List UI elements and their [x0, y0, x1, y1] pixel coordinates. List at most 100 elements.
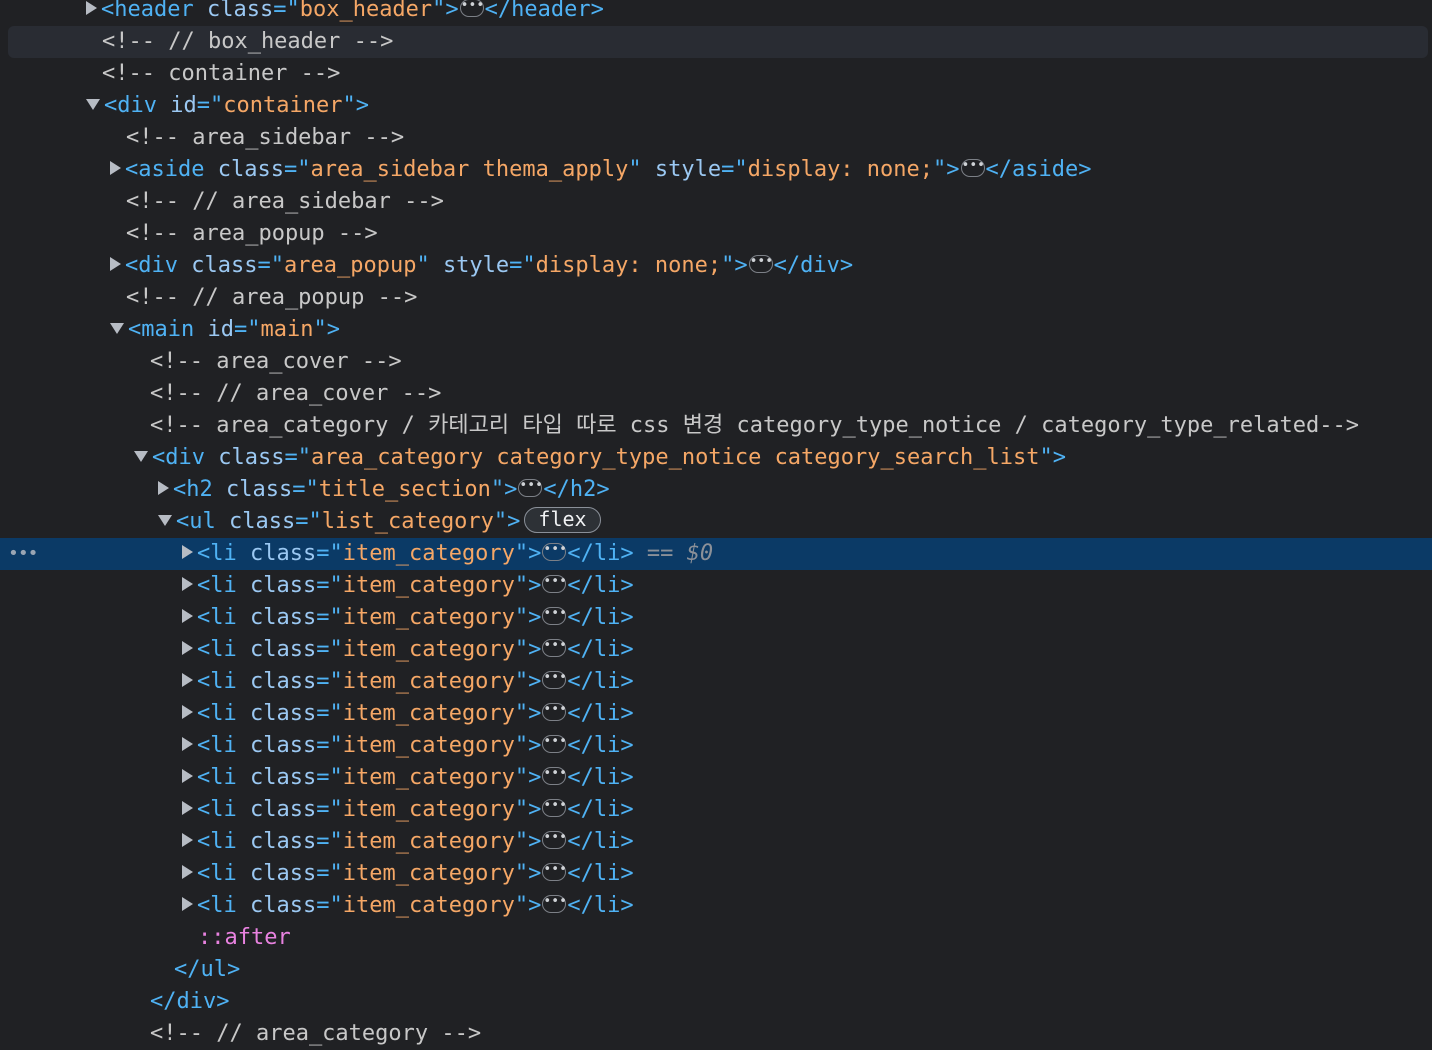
dom-node-row[interactable]: <h2 class="title_section"> •••</h2>	[0, 474, 1432, 506]
expand-ellipsis-icon[interactable]: •••	[542, 671, 567, 689]
dom-node-row[interactable]: <li class="item_category"> •••</li>	[0, 890, 1432, 922]
dom-node-row[interactable]: </div>	[0, 986, 1432, 1018]
code-attr: class	[191, 253, 258, 278]
collapse-triangle-icon[interactable]	[182, 609, 193, 623]
expand-ellipsis-icon[interactable]: •••	[748, 255, 773, 273]
dom-node-row[interactable]: <li class="item_category"> •••</li>	[0, 826, 1432, 858]
code-tag: h2	[186, 477, 213, 502]
dom-node-row[interactable]: </ul>	[0, 954, 1432, 986]
dom-node-row[interactable]: <aside class="area_sidebar thema_apply" …	[0, 154, 1432, 186]
dom-node-row[interactable]: <!-- area_sidebar -->	[0, 122, 1432, 154]
code-punct: <	[176, 509, 190, 534]
expand-ellipsis-icon[interactable]: •••	[542, 543, 567, 561]
code-punct: </	[567, 637, 594, 662]
expand-ellipsis-icon[interactable]: •••	[542, 863, 567, 881]
expand-ellipsis-icon[interactable]: •••	[542, 895, 567, 913]
dom-node-row[interactable]: <ul class="list_category"> flex	[0, 506, 1432, 538]
code-comment: <!-- area_popup -->	[126, 221, 378, 246]
dom-node-row[interactable]: <li class="item_category"> •••</li>	[0, 698, 1432, 730]
code-val: item_category	[342, 701, 515, 726]
code-comment: <!-- // area_popup -->	[126, 285, 418, 310]
collapse-triangle-icon[interactable]	[182, 865, 193, 879]
code-tag: header	[114, 0, 194, 22]
code-val: item_category	[342, 797, 515, 822]
dom-node-row[interactable]: <!-- // area_sidebar -->	[0, 186, 1432, 218]
expand-ellipsis-icon[interactable]: •••	[542, 703, 567, 721]
code-punct: <	[152, 445, 166, 470]
dom-node-row[interactable]: <header class="box_header"> •••</header>	[0, 0, 1432, 26]
code-punct: >	[620, 797, 634, 822]
expand-ellipsis-icon[interactable]: •••	[542, 831, 567, 849]
code-punct: ">	[313, 317, 340, 342]
expand-triangle-icon[interactable]	[110, 322, 124, 334]
dom-node-row[interactable]: <!-- // area_category -->	[0, 1018, 1432, 1050]
expand-ellipsis-icon[interactable]: •••	[542, 799, 567, 817]
dom-node-row[interactable]: <li class="item_category"> •••</li>	[0, 858, 1432, 890]
expand-ellipsis-icon[interactable]: •••	[518, 479, 543, 497]
collapse-triangle-icon[interactable]	[110, 161, 121, 175]
dom-node-row[interactable]: <li class="item_category"> •••</li>	[0, 602, 1432, 634]
code-punct: ">	[514, 573, 542, 598]
collapse-triangle-icon[interactable]	[182, 769, 193, 783]
dom-node-row[interactable]: <div class="area_popup" style="display: …	[0, 250, 1432, 282]
collapse-triangle-icon[interactable]	[86, 1, 97, 15]
expand-triangle-icon[interactable]	[158, 514, 172, 526]
dom-node-row[interactable]: <li class="item_category"> •••</li>	[0, 666, 1432, 698]
expand-ellipsis-icon[interactable]: •••	[960, 159, 985, 177]
dom-node-row[interactable]: <!-- // area_popup -->	[0, 282, 1432, 314]
dom-node-row[interactable]: <li class="item_category"> •••</li>	[0, 730, 1432, 762]
code-val: box_header	[299, 0, 433, 22]
collapse-triangle-icon[interactable]	[182, 897, 193, 911]
collapse-triangle-icon[interactable]	[182, 577, 193, 591]
collapse-triangle-icon[interactable]	[182, 737, 193, 751]
flex-badge[interactable]: flex	[524, 507, 601, 533]
dom-node-row[interactable]: <li class="item_category"> •••</li>	[0, 634, 1432, 666]
dom-node-row[interactable]: <!-- container -->	[0, 58, 1432, 90]
collapse-triangle-icon[interactable]	[158, 481, 169, 495]
code-attr: class	[250, 573, 317, 598]
dom-node-row[interactable]: <!-- area_popup -->	[0, 218, 1432, 250]
dom-node-row[interactable]: <li class="item_category"> •••</li>	[0, 794, 1432, 826]
more-options-icon[interactable]: •••	[8, 538, 38, 570]
dom-node-row[interactable]: <!-- // area_cover -->	[0, 378, 1432, 410]
code-attr: id	[170, 93, 197, 118]
collapse-triangle-icon[interactable]	[182, 641, 193, 655]
dom-node-row[interactable]: <main id="main">	[0, 314, 1432, 346]
expand-ellipsis-icon[interactable]: •••	[459, 0, 484, 17]
expand-ellipsis-icon[interactable]: •••	[542, 735, 567, 753]
code-punct: <	[125, 157, 139, 182]
collapse-triangle-icon[interactable]	[182, 801, 193, 815]
dom-node-row[interactable]: <div class="area_category category_type_…	[0, 442, 1432, 474]
dom-node-row[interactable]: <li class="item_category"> •••</li>	[0, 570, 1432, 602]
dom-node-row[interactable]: ::after	[0, 922, 1432, 954]
code-punct: </	[543, 477, 570, 502]
dom-node-row[interactable]: <!-- area_category / 카테고리 타입 따로 css 변경 c…	[0, 410, 1432, 442]
dom-node-row[interactable]: <div id="container">	[0, 90, 1432, 122]
expand-ellipsis-icon[interactable]: •••	[542, 767, 567, 785]
collapse-triangle-icon[interactable]	[182, 545, 193, 559]
code-attr: class	[250, 701, 317, 726]
dom-node-row[interactable]: <!-- area_cover -->	[0, 346, 1432, 378]
dom-node-row-selected[interactable]: ••• <li class="item_category"> •••</li> ==…	[0, 538, 1432, 570]
collapse-triangle-icon[interactable]	[182, 673, 193, 687]
expand-ellipsis-icon[interactable]: •••	[542, 607, 567, 625]
code-punct: ">	[514, 733, 542, 758]
collapse-triangle-icon[interactable]	[182, 705, 193, 719]
code-punct: <	[197, 605, 211, 630]
dom-node-row[interactable]: <li class="item_category"> •••</li>	[0, 762, 1432, 794]
code-ref: == $0	[646, 541, 714, 566]
code-punct: ="	[316, 637, 343, 662]
code-punct: ">	[432, 0, 459, 22]
dom-node-row[interactable]: <!-- // box_header -->	[8, 26, 1428, 58]
expand-triangle-icon[interactable]	[86, 98, 100, 110]
expand-ellipsis-icon[interactable]: •••	[542, 575, 567, 593]
code-punct: ="	[316, 541, 343, 566]
collapse-triangle-icon[interactable]	[182, 833, 193, 847]
expand-ellipsis-icon[interactable]: •••	[542, 639, 567, 657]
code-tag: li	[210, 733, 237, 758]
expand-triangle-icon[interactable]	[134, 450, 148, 462]
collapse-triangle-icon[interactable]	[110, 257, 121, 271]
